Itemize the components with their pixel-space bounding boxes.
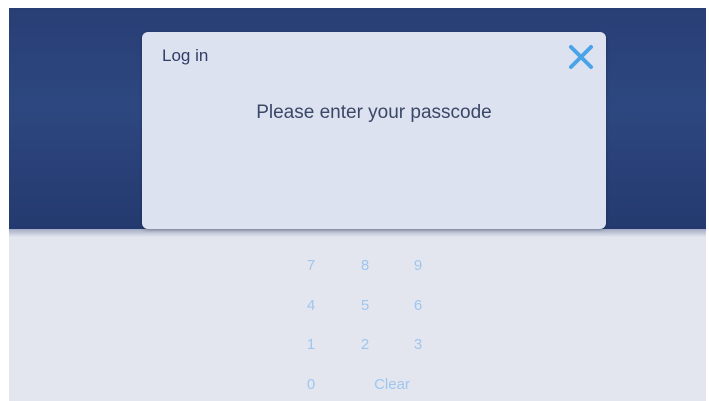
dialog-title: Log in [162,46,209,65]
dialog-header: Log in [142,32,606,80]
key-1[interactable]: 1 [291,328,331,362]
device-screen: 7 8 9 4 5 6 1 2 3 0 Clear Log in Please … [9,8,706,401]
key-8[interactable]: 8 [345,249,385,283]
key-6[interactable]: 6 [398,289,438,323]
key-9[interactable]: 9 [398,249,438,283]
login-dialog: Log in Please enter your passcode [142,32,606,229]
key-4[interactable]: 4 [291,289,331,323]
key-3[interactable]: 3 [398,328,438,362]
passcode-prompt: Please enter your passcode [256,102,492,123]
clear-button[interactable]: Clear [357,368,427,401]
keypad: 7 8 9 4 5 6 1 2 3 0 Clear [9,229,706,401]
close-button[interactable] [564,40,598,74]
close-icon [569,45,593,69]
key-7[interactable]: 7 [291,249,331,283]
key-0[interactable]: 0 [291,368,331,401]
key-2[interactable]: 2 [345,328,385,362]
key-5[interactable]: 5 [345,289,385,323]
